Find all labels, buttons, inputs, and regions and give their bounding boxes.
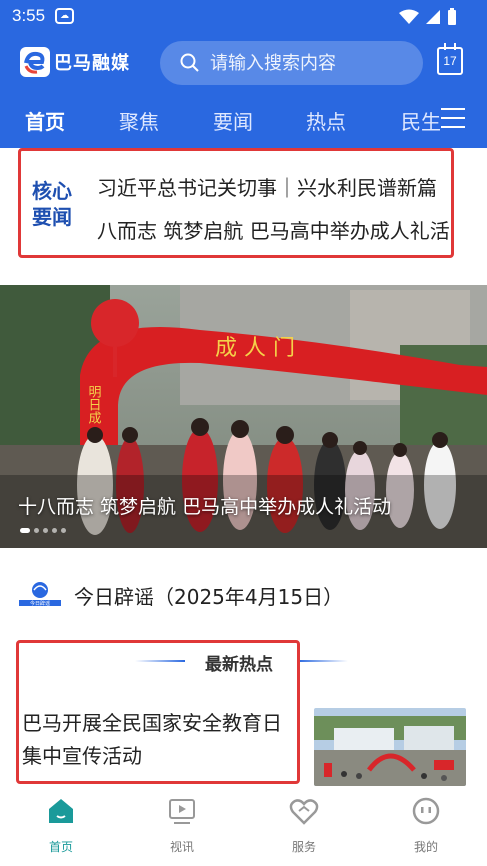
calendar-icon[interactable]: 17 [437,43,463,75]
carousel-indicator [20,528,66,533]
category-tabs: 首页 聚焦 要闻 热点 民生 [0,100,487,144]
rumor-debunk-item[interactable]: 今日辟谣 今日辟谣（2025年4月15日） [0,548,487,638]
service-icon [289,796,319,826]
profile-icon [411,796,441,826]
carousel-dot [52,528,57,533]
hero-banner[interactable]: 成 人 门 明日成 十八而志 筑梦启航 巴马高中举办成人礼活动 [0,285,487,548]
search-bar[interactable] [160,41,423,85]
divider-right [298,660,348,662]
pillar-text: 明日成 [86,385,102,425]
wifi-icon [399,9,419,24]
nav-home[interactable]: 首页 [21,796,101,855]
home-icon [46,796,76,826]
nav-video-label: 视讯 [169,840,194,854]
hot-news-thumbnail[interactable] [314,708,466,786]
tab-home[interactable]: 首页 [25,106,65,135]
tab-major-news[interactable]: 要闻 [213,106,253,135]
carousel-dot [61,528,66,533]
core-headline-1[interactable]: 习近平总书记关切事｜兴水利民谱新篇 [97,172,437,201]
carousel-dot [34,528,39,533]
core-news-section: 核心 要闻 习近平总书记关切事｜兴水利民谱新篇 八而志 筑梦启航 巴马高中举办成… [0,148,487,285]
search-input[interactable] [210,52,410,74]
core-headline-2[interactable]: 八而志 筑梦启航 巴马高中举办成人礼活 [97,215,450,244]
nav-service[interactable]: 服务 [264,796,344,855]
system-icons [399,8,457,26]
arch-text: 成 人 门 [215,336,295,361]
svg-text:今日辟谣: 今日辟谣 [30,600,50,607]
nav-home-label: 首页 [48,840,73,854]
app-logo: 巴马融媒 [20,47,130,77]
carousel-dot [43,528,48,533]
carousel-dot-active [20,528,30,533]
hot-news-title[interactable]: 巴马开展全民国家安全教育日集中宣传活动 [22,707,297,773]
nav-video[interactable]: 视讯 [142,796,222,855]
status-time: 3:55 [12,6,46,25]
rumor-source-logo: 今日辟谣 [19,580,61,610]
battery-icon [448,8,456,25]
menu-icon[interactable] [441,108,465,128]
nav-service-label: 服务 [291,840,316,854]
nav-profile[interactable]: 我的 [386,796,466,855]
core-news-highlight: 核心 要闻 习近平总书记关切事｜兴水利民谱新篇 八而志 筑梦启航 巴马高中举办成… [18,148,454,258]
tab-hotspot[interactable]: 热点 [306,106,346,135]
status-bar: 3:55 ☁ [0,0,487,34]
video-icon [167,796,197,826]
nav-profile-label: 我的 [413,840,438,854]
bottom-navigation: 首页 视讯 服务 我的 [0,788,487,866]
app-header: 3:55 ☁ 巴马融媒 17 首页 聚焦 要闻 热点 民生 [0,0,487,148]
app-name: 巴马融媒 [54,53,130,74]
search-icon [180,53,199,72]
rumor-title: 今日辟谣（2025年4月15日） [74,585,344,609]
signal-icon [426,10,440,24]
tab-focus[interactable]: 聚焦 [119,106,159,135]
cloud-notification-icon: ☁ [55,8,74,24]
hero-caption: 十八而志 筑梦启航 巴马高中举办成人礼活动 [18,496,392,518]
core-news-badge: 核心 要闻 [32,179,72,229]
app-logo-mark [20,47,50,77]
tab-livelihood[interactable]: 民生 [401,106,441,135]
